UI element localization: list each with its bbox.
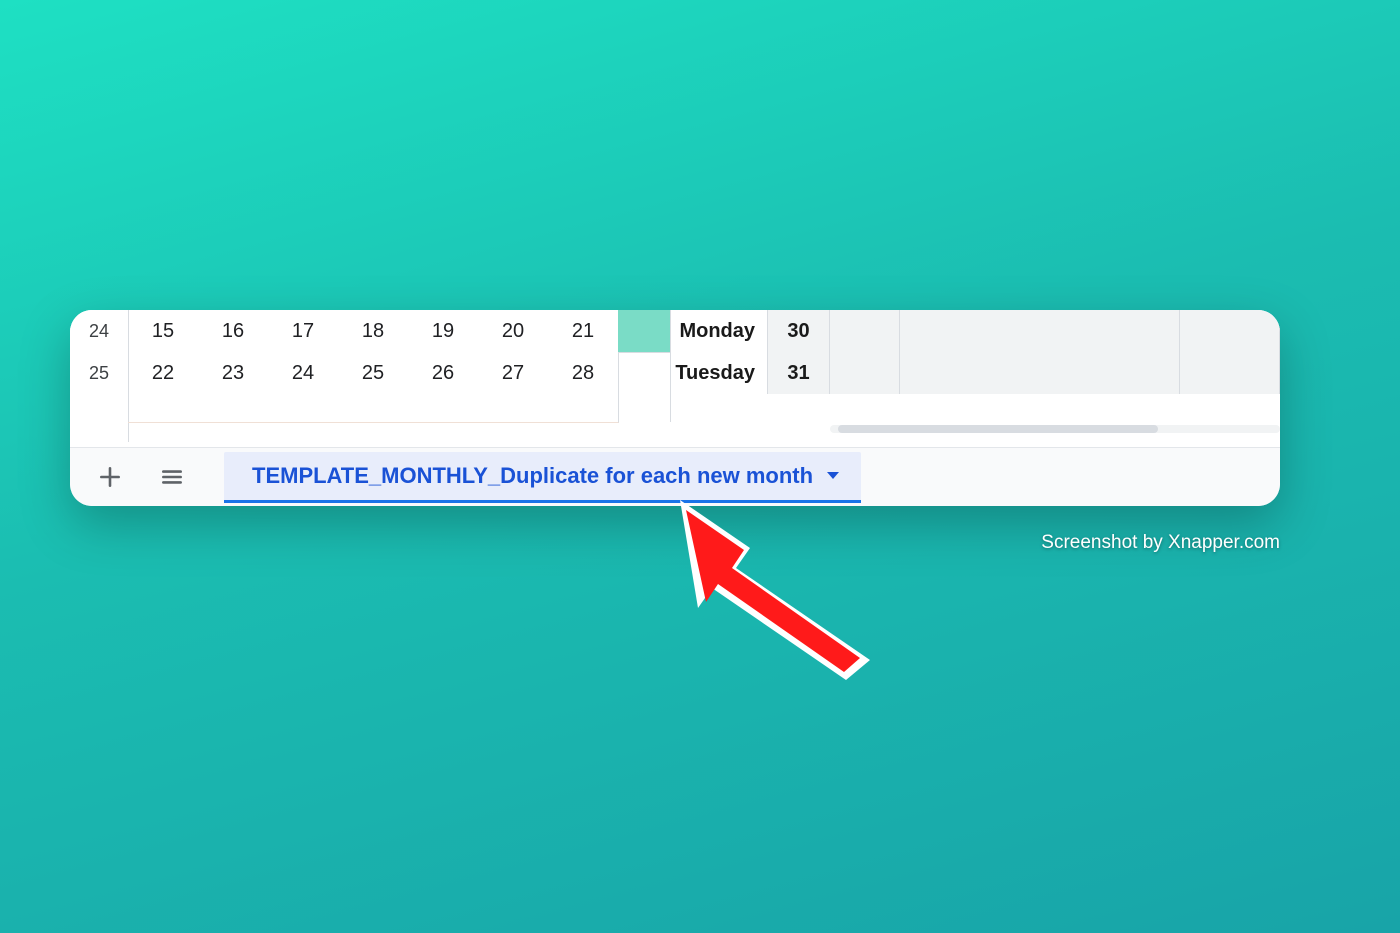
calendar-day[interactable]: 22 <box>152 362 174 385</box>
empty-cell[interactable] <box>830 352 900 394</box>
plus-icon <box>97 464 123 490</box>
calendar-highlight <box>180 400 582 422</box>
calendar-day[interactable]: 20 <box>502 320 524 343</box>
annotation-arrow <box>640 500 920 680</box>
calendar-day[interactable]: 15 <box>152 320 174 343</box>
calendar-day[interactable]: 25 <box>362 362 384 385</box>
day-label[interactable]: Tuesday <box>612 352 768 394</box>
calendar-day[interactable]: 21 <box>572 320 594 343</box>
empty-cell[interactable] <box>830 310 900 352</box>
calendar-day[interactable]: 17 <box>292 320 314 343</box>
day-date[interactable]: 30 <box>768 310 830 352</box>
empty-cell[interactable] <box>1180 310 1280 352</box>
day-label[interactable]: Monday <box>612 310 768 352</box>
calendar-row: 22 23 24 25 26 27 28 <box>128 352 618 394</box>
mini-calendar[interactable]: 15 16 17 18 19 20 21 22 23 24 25 26 27 2… <box>128 310 619 423</box>
row-header[interactable]: 25 <box>70 352 129 395</box>
chevron-down-icon[interactable] <box>827 472 839 479</box>
calendar-day[interactable]: 23 <box>222 362 244 385</box>
calendar-day[interactable]: 16 <box>222 320 244 343</box>
menu-icon <box>159 464 185 490</box>
calendar-day[interactable]: 18 <box>362 320 384 343</box>
calendar-day[interactable]: 19 <box>432 320 454 343</box>
empty-cell[interactable] <box>1180 352 1280 394</box>
sheet-tab-label: TEMPLATE_MONTHLY_Duplicate for each new … <box>252 463 813 489</box>
calendar-day[interactable]: 24 <box>292 362 314 385</box>
attribution-text: Screenshot by Xnapper.com <box>1041 532 1280 554</box>
spreadsheet-window: 24 25 15 16 17 18 19 20 21 22 23 24 25 2… <box>70 310 1280 506</box>
add-sheet-button[interactable] <box>88 455 132 499</box>
sheet-tab-active[interactable]: TEMPLATE_MONTHLY_Duplicate for each new … <box>224 452 861 503</box>
row-header[interactable]: 24 <box>70 310 129 353</box>
calendar-day[interactable]: 28 <box>572 362 594 385</box>
empty-cell[interactable] <box>900 310 1180 352</box>
calendar-row: 15 16 17 18 19 20 21 <box>128 310 618 352</box>
sheet-tab-bar: TEMPLATE_MONTHLY_Duplicate for each new … <box>70 447 1280 506</box>
scrollbar-thumb[interactable] <box>838 425 1158 433</box>
grid-area: 24 25 15 16 17 18 19 20 21 22 23 24 25 2… <box>70 310 1280 442</box>
calendar-day[interactable]: 26 <box>432 362 454 385</box>
horizontal-scrollbar[interactable] <box>830 422 1280 436</box>
day-date[interactable]: 31 <box>768 352 830 394</box>
empty-cell[interactable] <box>900 352 1180 394</box>
all-sheets-button[interactable] <box>150 455 194 499</box>
row-header-blank <box>70 394 129 442</box>
calendar-day[interactable]: 27 <box>502 362 524 385</box>
